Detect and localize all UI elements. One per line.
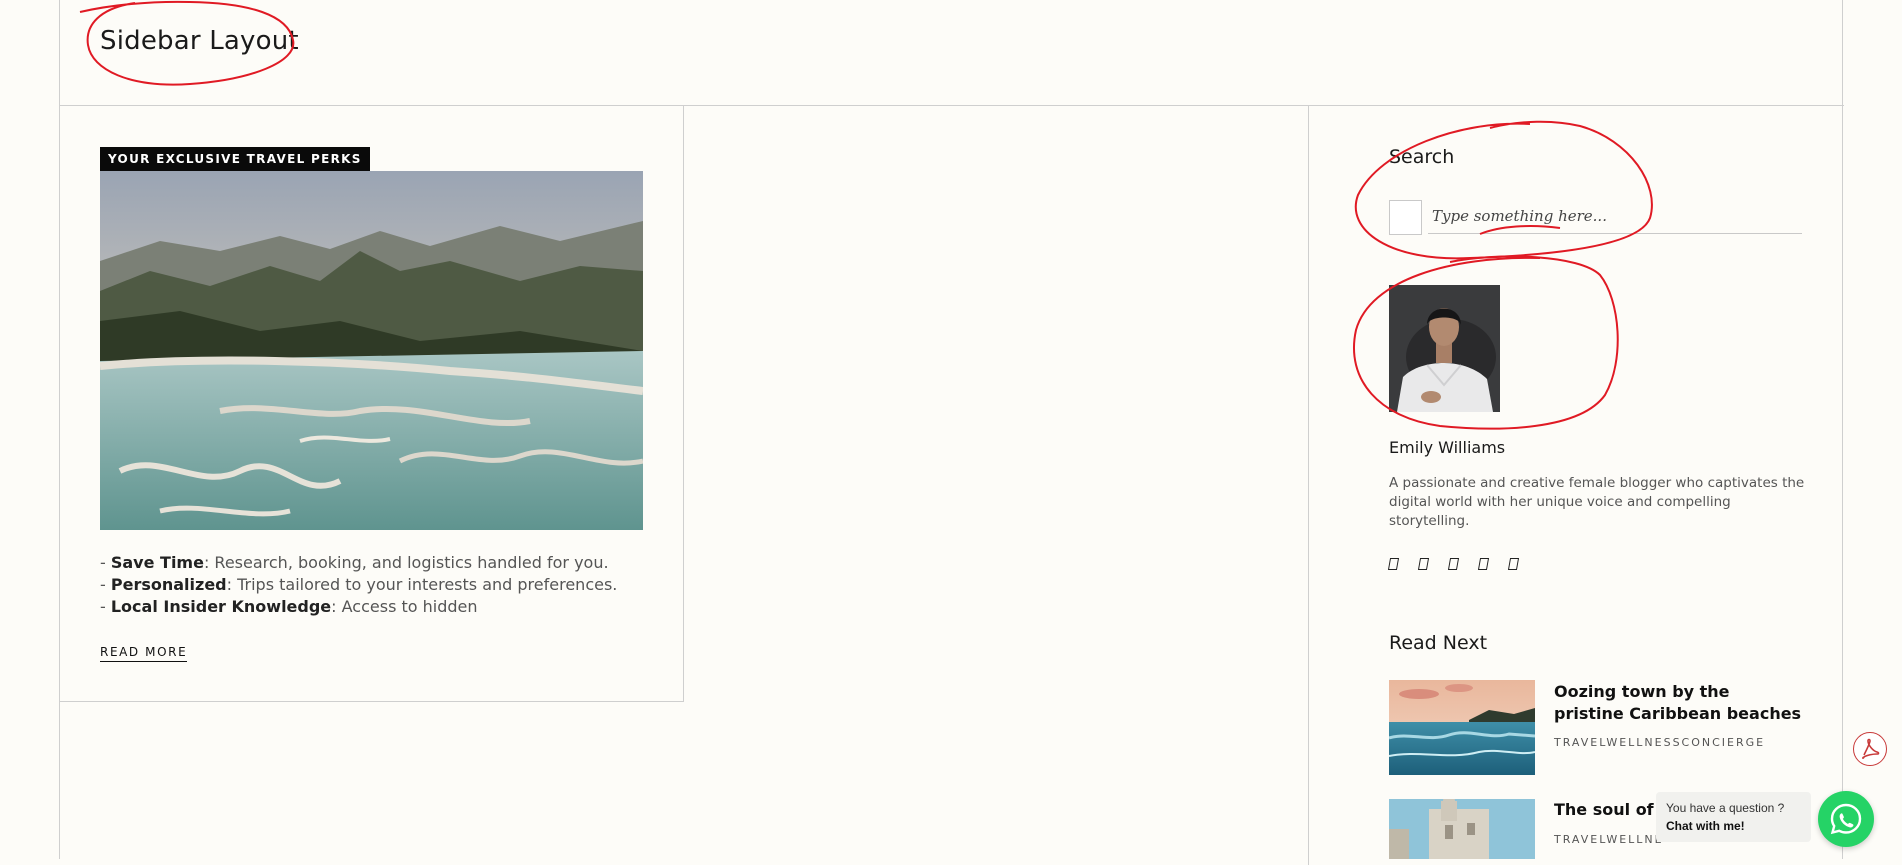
chat-question: You have a question ? [1666,801,1785,815]
pdf-icon[interactable] [1853,732,1887,766]
author-name: Emily Williams [1389,438,1506,457]
search-submit-box[interactable] [1389,200,1422,235]
author-social-links [1387,558,1520,570]
read-next-title-1[interactable]: Oozing town by the pristine Caribbean be… [1554,681,1804,725]
page-title: Sidebar Layout [100,26,299,56]
chat-cta: Chat with me! [1666,819,1745,833]
church-image [1389,799,1535,859]
whatsapp-icon [1830,803,1862,835]
excerpt-line-1: - Save Time: Research, booking, and logi… [100,553,609,572]
read-next-title: Read Next [1389,632,1488,654]
hero-landscape [100,171,643,530]
post-hero-image[interactable] [100,171,643,530]
social-icon-3[interactable] [1447,558,1460,570]
whatsapp-chat-button[interactable] [1818,791,1874,847]
chat-prompt-bubble[interactable]: You have a question ? Chat with me! [1656,792,1811,842]
read-next-category-1[interactable]: TRAVELWELLNESSCONCIERGE [1554,736,1765,749]
social-icon-2[interactable] [1417,558,1430,570]
acrobat-glyph [1862,738,1880,759]
read-more-link[interactable]: READ MORE [100,645,188,662]
author-bio: A passionate and creative female blogger… [1389,475,1805,529]
search-input[interactable] [1428,198,1802,234]
avatar-photo [1389,285,1500,412]
read-next-thumb-2[interactable] [1389,799,1535,859]
read-next-category-2[interactable]: TRAVELWELLNE [1554,833,1664,846]
author-avatar [1389,285,1500,412]
read-next-thumb-1[interactable] [1389,680,1535,775]
excerpt-line-2: - Personalized: Trips tailored to your i… [100,575,618,594]
post-excerpt: - Save Time: Research, booking, and logi… [100,552,640,618]
beach-image [1389,680,1535,775]
social-icon-5[interactable] [1507,558,1520,570]
social-icon-4[interactable] [1477,558,1490,570]
post-category-tag[interactable]: YOUR EXCLUSIVE TRAVEL PERKS [100,147,370,171]
search-widget-title: Search [1389,146,1455,168]
social-icon-1[interactable] [1387,558,1400,570]
excerpt-line-3: - Local Insider Knowledge: Access to hid… [100,597,478,616]
